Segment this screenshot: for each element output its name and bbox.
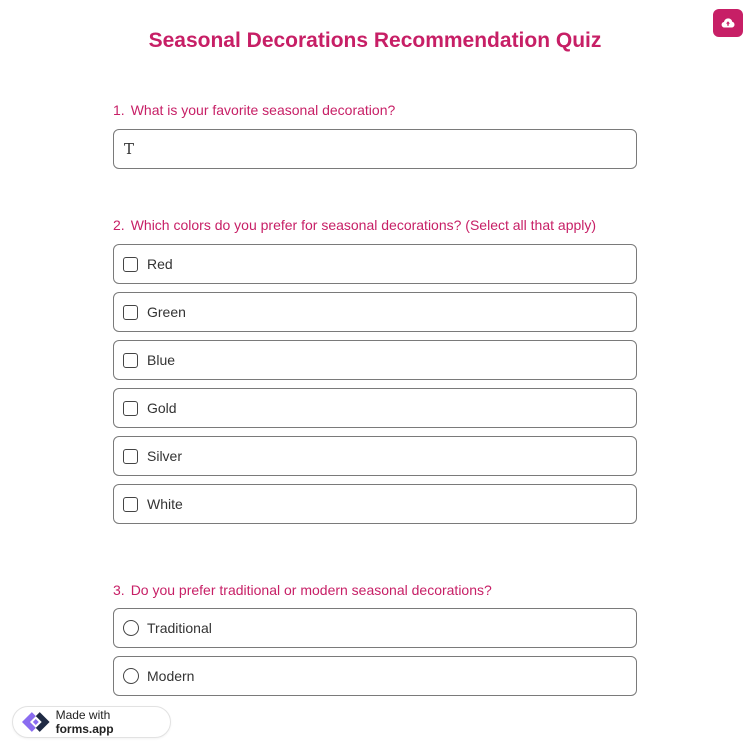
radio-icon[interactable] [123,668,139,684]
question-2-number: 2. [113,217,125,233]
question-3-title: 3. Do you prefer traditional or modern se… [113,582,492,598]
checkbox-icon[interactable] [123,256,138,272]
checkbox-icon[interactable] [123,352,138,368]
color-option-blue[interactable]: Blue [113,340,637,380]
option-label: Modern [147,668,195,684]
checkbox-icon[interactable] [123,496,138,512]
badge-text: Made with forms.app [56,708,170,736]
question-1-number: 1. [113,102,125,118]
style-option-traditional[interactable]: Traditional [113,608,637,648]
cloud-upload-icon [721,18,735,28]
checkbox-icon[interactable] [123,304,138,320]
question-2-text: Which colors do you prefer for seasonal … [130,217,597,233]
color-option-white[interactable]: White [113,484,637,524]
option-label: Red [147,256,173,272]
question-3-text: Do you prefer traditional or modern seas… [130,582,492,598]
option-label: Traditional [147,620,212,636]
question-1-title: 1. What is your favorite seasonal decorat… [113,102,395,118]
made-with-forms-app-badge[interactable]: Made with forms.app [12,706,171,738]
color-option-red[interactable]: Red [113,244,637,284]
option-label: White [147,496,183,512]
style-option-modern[interactable]: Modern [113,656,637,696]
option-label: Blue [147,352,176,368]
badge-prefix: Made with [55,708,111,722]
color-option-gold[interactable]: Gold [113,388,637,428]
forms-app-logo-icon [21,712,50,732]
favorite-decoration-input[interactable]: T [113,129,637,169]
question-2-title: 2. Which colors do you prefer for seasona… [113,217,596,233]
badge-brand: forms.app [55,722,114,736]
page-title: Seasonal Decorations Recommendation Quiz [148,29,602,52]
color-option-silver[interactable]: Silver [113,436,637,476]
option-label: Green [147,304,186,320]
quiz-page: Seasonal Decorations Recommendation Quiz… [0,0,750,750]
checkbox-icon[interactable] [123,448,138,464]
option-label: Gold [147,400,177,416]
text-t-icon: T [124,140,135,158]
question-3-number: 3. [113,582,125,598]
radio-icon[interactable] [123,620,139,636]
question-1-text: What is your favorite seasonal decoratio… [130,102,396,118]
option-label: Silver [147,448,183,464]
checkbox-icon[interactable] [123,400,138,416]
color-option-green[interactable]: Green [113,292,637,332]
